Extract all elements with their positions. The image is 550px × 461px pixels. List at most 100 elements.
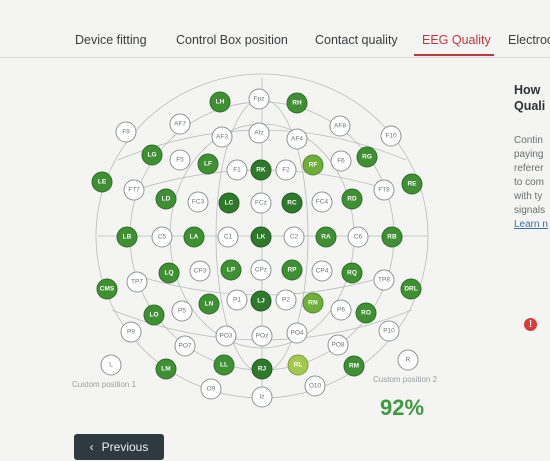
svg-text:RB: RB xyxy=(387,234,397,241)
electrode-RC[interactable]: RC xyxy=(281,192,303,214)
svg-text:LG: LG xyxy=(147,152,156,159)
electrode-F6[interactable]: F6 xyxy=(330,150,352,172)
electrode-F5[interactable]: F5 xyxy=(169,149,191,171)
electrode-CP3[interactable]: CP3 xyxy=(189,260,211,282)
svg-text:PO7: PO7 xyxy=(178,343,191,350)
electrode-LN[interactable]: LN xyxy=(198,293,220,315)
electrode-LP[interactable]: LP xyxy=(220,259,242,281)
electrode-LQ[interactable]: LQ xyxy=(158,262,180,284)
learn-more-link[interactable]: Learn n xyxy=(514,218,550,232)
electrode-CP4[interactable]: CP4 xyxy=(311,260,333,282)
electrode-O9[interactable]: O9 xyxy=(200,378,222,400)
electrode-LG[interactable]: LG xyxy=(141,144,163,166)
electrode-LE[interactable]: LE xyxy=(91,171,113,193)
electrode-RB[interactable]: RB xyxy=(381,226,403,248)
electrode-L[interactable]: L xyxy=(100,354,122,376)
electrode-TP7[interactable]: TP7 xyxy=(126,271,148,293)
electrode-LF[interactable]: LF xyxy=(197,153,219,175)
svg-text:AF4: AF4 xyxy=(291,136,303,143)
electrode-LH[interactable]: LH xyxy=(209,91,231,113)
electrode-C6[interactable]: C6 xyxy=(347,226,369,248)
svg-text:P10: P10 xyxy=(383,328,395,335)
electrode-AF3[interactable]: AF3 xyxy=(211,126,233,148)
svg-text:PO4: PO4 xyxy=(290,330,303,337)
electrode-F1[interactable]: F1 xyxy=(226,159,248,181)
electrode-C5[interactable]: C5 xyxy=(151,226,173,248)
electrode-AF4[interactable]: AF4 xyxy=(286,128,308,150)
electrode-LK[interactable]: LK xyxy=(250,226,272,248)
electrode-O10[interactable]: O10 xyxy=(304,375,326,397)
electrode-RN[interactable]: RN xyxy=(302,292,324,314)
electrode-LA[interactable]: LA xyxy=(183,226,205,248)
electrode-P5[interactable]: P5 xyxy=(171,300,193,322)
electrode-FT8[interactable]: FT8 xyxy=(373,179,395,201)
previous-button[interactable]: ‹ Previous xyxy=(74,434,164,460)
electrode-P1[interactable]: P1 xyxy=(226,289,248,311)
electrode-Iz[interactable]: Iz xyxy=(251,386,273,408)
electrode-Afz[interactable]: Afz xyxy=(248,122,270,144)
electrode-LD[interactable]: LD xyxy=(155,188,177,210)
svg-text:O9: O9 xyxy=(207,386,216,393)
electrode-PO4[interactable]: PO4 xyxy=(286,322,308,344)
electrode-R[interactable]: R xyxy=(397,349,419,371)
svg-text:RN: RN xyxy=(308,300,318,307)
electrode-RP[interactable]: RP xyxy=(281,259,303,281)
electrode-POz[interactable]: POz xyxy=(251,325,273,347)
electrode-RD[interactable]: RD xyxy=(341,188,363,210)
electrode-P6[interactable]: P6 xyxy=(330,299,352,321)
electrode-PO7[interactable]: PO7 xyxy=(174,335,196,357)
electrode-LM[interactable]: LM xyxy=(155,358,177,380)
electrode-CPz[interactable]: CPz xyxy=(250,259,272,281)
electrode-PO3[interactable]: PO3 xyxy=(215,325,237,347)
electrode-RH[interactable]: RH xyxy=(286,92,308,114)
electrode-RK[interactable]: RK xyxy=(250,159,272,181)
electrode-AF8[interactable]: AF8 xyxy=(329,115,351,137)
electrode-P9[interactable]: P9 xyxy=(120,321,142,343)
svg-text:RA: RA xyxy=(321,234,331,241)
warning-icon[interactable]: ! xyxy=(524,318,537,331)
electrode-F2[interactable]: F2 xyxy=(275,159,297,181)
electrode-RL[interactable]: RL xyxy=(287,354,309,376)
electrode-F10[interactable]: F10 xyxy=(380,125,402,147)
electrode-AF7[interactable]: AF7 xyxy=(169,113,191,135)
electrode-RF[interactable]: RF xyxy=(302,154,324,176)
info-text-line: signals xyxy=(514,205,546,216)
electrode-RJ[interactable]: RJ xyxy=(251,358,273,380)
electrode-PO8[interactable]: PO8 xyxy=(327,334,349,356)
svg-text:LQ: LQ xyxy=(164,270,173,277)
electrode-RM[interactable]: RM xyxy=(343,355,365,377)
electrode-F9[interactable]: F9 xyxy=(115,121,137,143)
svg-text:CP4: CP4 xyxy=(316,268,329,275)
electrode-LB[interactable]: LB xyxy=(116,226,138,248)
electrode-CMS[interactable]: CMS xyxy=(96,278,118,300)
electrode-FC3[interactable]: FC3 xyxy=(187,191,209,213)
svg-text:POz: POz xyxy=(256,333,269,340)
electrode-LC[interactable]: LC xyxy=(218,192,240,214)
svg-text:F2: F2 xyxy=(282,167,290,174)
electrode-LJ[interactable]: LJ xyxy=(250,290,272,312)
electrode-C1[interactable]: C1 xyxy=(217,226,239,248)
electrode-FC4[interactable]: FC4 xyxy=(311,191,333,213)
electrode-LL[interactable]: LL xyxy=(213,354,235,376)
electrode-P10[interactable]: P10 xyxy=(378,320,400,342)
electrode-TP8[interactable]: TP8 xyxy=(373,269,395,291)
svg-text:C6: C6 xyxy=(354,234,363,241)
info-text-line: Contin xyxy=(514,135,543,146)
electrode-DRL[interactable]: DRL xyxy=(400,278,422,300)
svg-text:LK: LK xyxy=(257,234,266,241)
electrode-RQ[interactable]: RQ xyxy=(341,262,363,284)
electrode-RE[interactable]: RE xyxy=(401,173,423,195)
svg-text:RD: RD xyxy=(347,196,357,203)
electrode-C2[interactable]: C2 xyxy=(283,226,305,248)
electrode-P2[interactable]: P2 xyxy=(275,289,297,311)
electrode-FCz[interactable]: FCz xyxy=(250,192,272,214)
svg-text:LH: LH xyxy=(216,99,225,106)
electrode-RO[interactable]: RO xyxy=(355,302,377,324)
electrode-RA[interactable]: RA xyxy=(315,226,337,248)
electrode-LO[interactable]: LO xyxy=(143,304,165,326)
electrode-RG[interactable]: RG xyxy=(356,146,378,168)
svg-text:Fpz: Fpz xyxy=(254,96,265,103)
svg-text:LE: LE xyxy=(98,179,107,186)
electrode-Fpz[interactable]: Fpz xyxy=(248,88,270,110)
electrode-FT7[interactable]: FT7 xyxy=(123,179,145,201)
